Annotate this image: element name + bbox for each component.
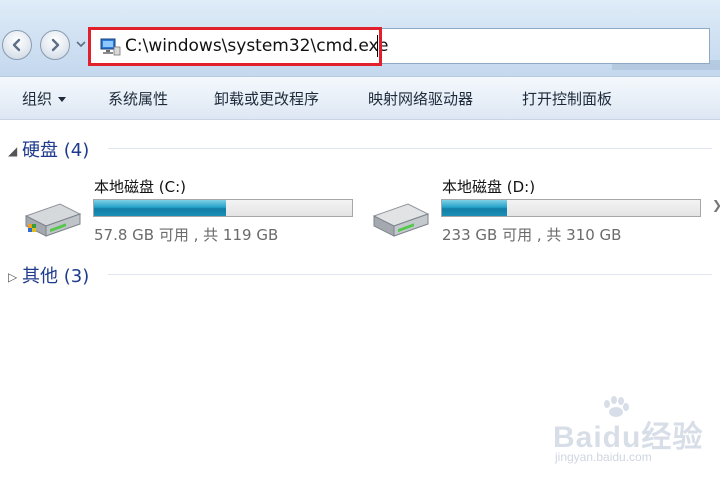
uninstall-program-button[interactable]: 卸载或更改程序 — [214, 88, 319, 109]
organize-label: 组织 — [22, 90, 53, 108]
map-network-drive-button[interactable]: 映射网络驱动器 — [368, 88, 473, 109]
drive-d-size: 233 GB 可用 , 共 310 GB — [442, 226, 622, 244]
group-divider — [108, 148, 712, 149]
forward-button[interactable] — [40, 30, 70, 60]
address-path[interactable]: C:\windows\system32\cmd.exe — [125, 36, 388, 56]
group-divider — [108, 274, 712, 275]
drive-d-usage-bar — [441, 199, 701, 217]
drive-d-usage-fill — [442, 200, 507, 216]
collapse-triangle-icon[interactable]: ◢ — [8, 144, 22, 158]
address-bar[interactable]: C:\windows\system32\cmd.exe — [90, 28, 710, 64]
computer-icon — [100, 38, 121, 56]
other-group-header[interactable]: ▷ 其他 (3) — [8, 262, 89, 288]
dropdown-arrow-icon — [58, 97, 67, 102]
drive-d-name: 本地磁盘 (D:) — [442, 178, 536, 196]
scroll-right-icon[interactable]: ❯ — [712, 198, 720, 212]
title-bar: C:\windows\system32\cmd.exe — [0, 0, 720, 76]
forward-arrow-icon — [51, 38, 60, 52]
hard-disks-label: 硬盘 (4) — [22, 140, 90, 161]
hard-disks-group-header[interactable]: ◢ 硬盘 (4) — [8, 136, 89, 162]
watermark-url: jingyan.baidu.com — [555, 450, 652, 464]
other-label: 其他 (3) — [22, 266, 90, 287]
hard-drive-icon — [372, 203, 430, 237]
drive-c-size: 57.8 GB 可用 , 共 119 GB — [94, 226, 279, 244]
drive-c-usage-fill — [94, 200, 226, 216]
system-drive-icon — [24, 203, 82, 237]
system-properties-button[interactable]: 系统属性 — [108, 88, 168, 109]
chevron-down-icon[interactable] — [76, 40, 86, 48]
organize-menu[interactable]: 组织 — [22, 88, 67, 109]
drive-c-name: 本地磁盘 (C:) — [94, 178, 186, 196]
drive-c-usage-bar — [93, 199, 353, 217]
expand-triangle-icon[interactable]: ▷ — [8, 270, 22, 284]
text-caret — [377, 35, 378, 57]
open-control-panel-button[interactable]: 打开控制面板 — [522, 88, 612, 109]
back-button[interactable] — [2, 30, 32, 60]
back-arrow-icon — [12, 38, 21, 52]
baidu-watermark: Baidu经验 jingyan.baidu.com — [553, 396, 713, 472]
command-bar: 组织 系统属性 卸载或更改程序 映射网络驱动器 打开控制面板 — [0, 76, 720, 120]
